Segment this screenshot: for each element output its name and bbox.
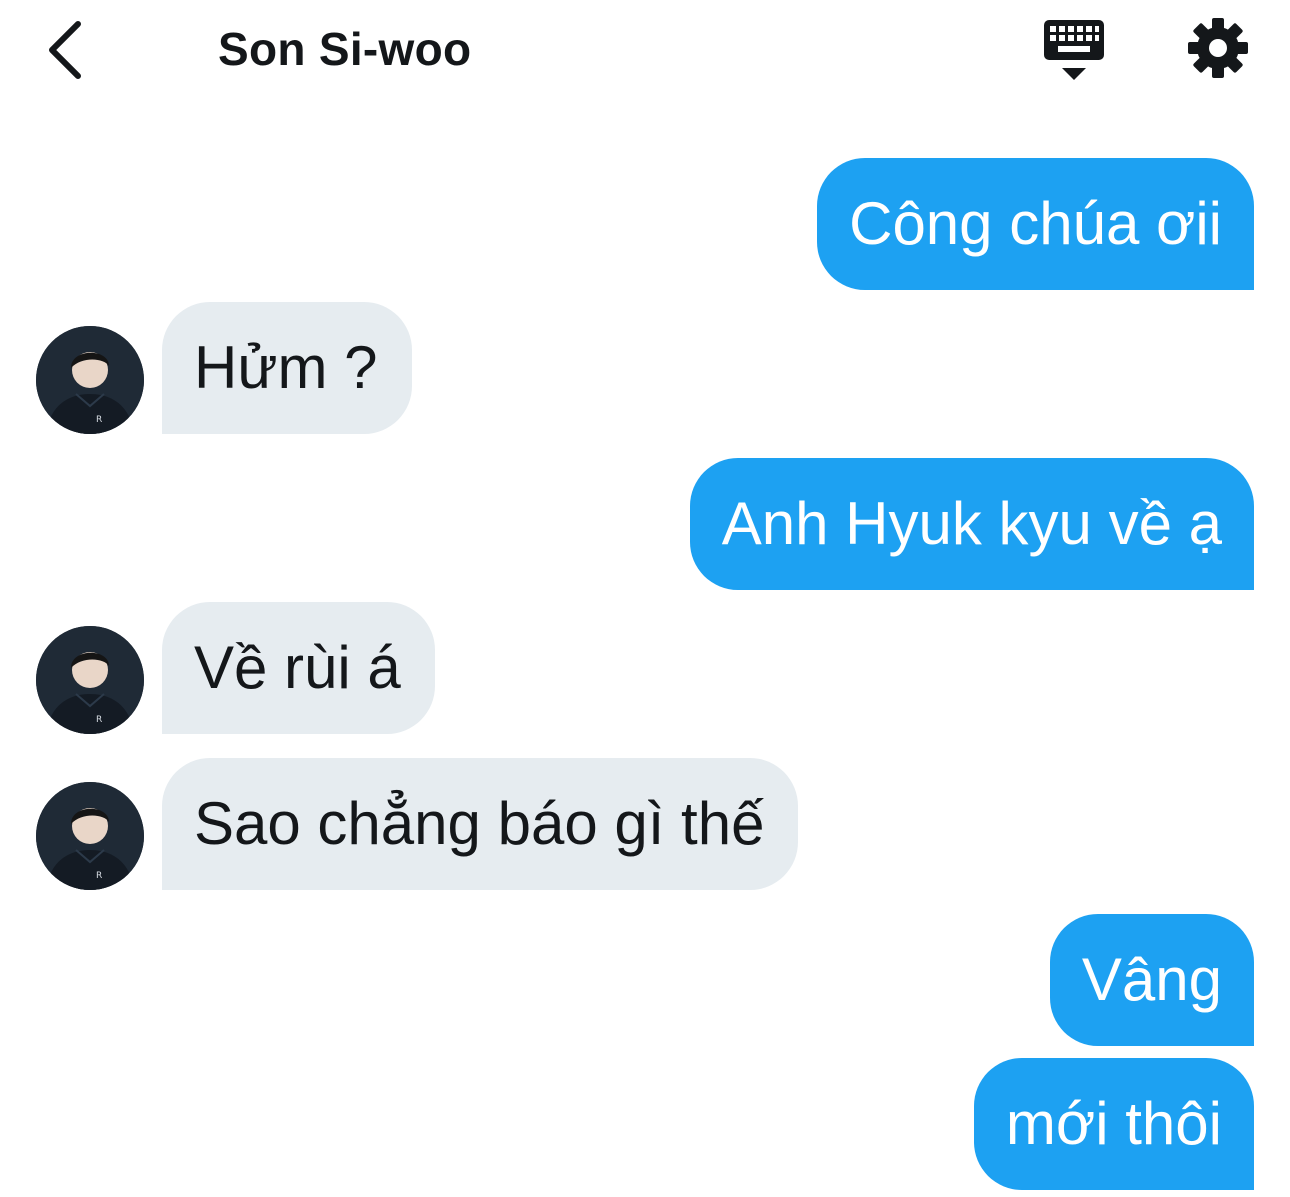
sent-message-bubble[interactable]: mới thôi (973, 1058, 1254, 1190)
message-text: Về rùi á (194, 634, 401, 701)
sent-message-bubble[interactable]: Công chúa ơii (817, 158, 1254, 290)
message-text: Vâng (1081, 946, 1222, 1013)
keyboard-toggle-button[interactable] (1040, 18, 1108, 82)
sent-message-bubble[interactable]: Vâng (1049, 914, 1254, 1046)
avatar[interactable]: R (36, 626, 144, 734)
message-text: Anh Hyuk kyu về ạ (721, 490, 1222, 557)
avatar[interactable]: R (36, 782, 144, 890)
chevron-left-icon (40, 18, 96, 82)
settings-button[interactable] (1186, 16, 1250, 80)
received-message-bubble[interactable]: Sao chẳng báo gì thế (162, 758, 799, 890)
received-message-bubble[interactable]: Hửm ? (162, 302, 412, 434)
gear-icon (1186, 18, 1250, 84)
message-text: mới thôi (1005, 1090, 1222, 1157)
sent-message-bubble[interactable]: Anh Hyuk kyu về ạ (689, 458, 1254, 590)
message-text: Sao chẳng báo gì thế (194, 790, 765, 857)
received-message-bubble[interactable]: Về rùi á (162, 602, 435, 734)
conversation-header: Son Si-woo (0, 0, 1290, 100)
avatar[interactable]: R (36, 326, 144, 434)
keyboard-dismiss-icon (1040, 20, 1108, 86)
conversation-title[interactable]: Son Si-woo (218, 22, 471, 76)
svg-text:R: R (96, 871, 102, 881)
svg-text:R: R (96, 715, 102, 725)
message-text: Công chúa ơii (849, 190, 1222, 257)
message-text: Hửm ? (194, 334, 378, 401)
svg-text:R: R (96, 415, 102, 425)
back-button[interactable] (40, 18, 96, 82)
